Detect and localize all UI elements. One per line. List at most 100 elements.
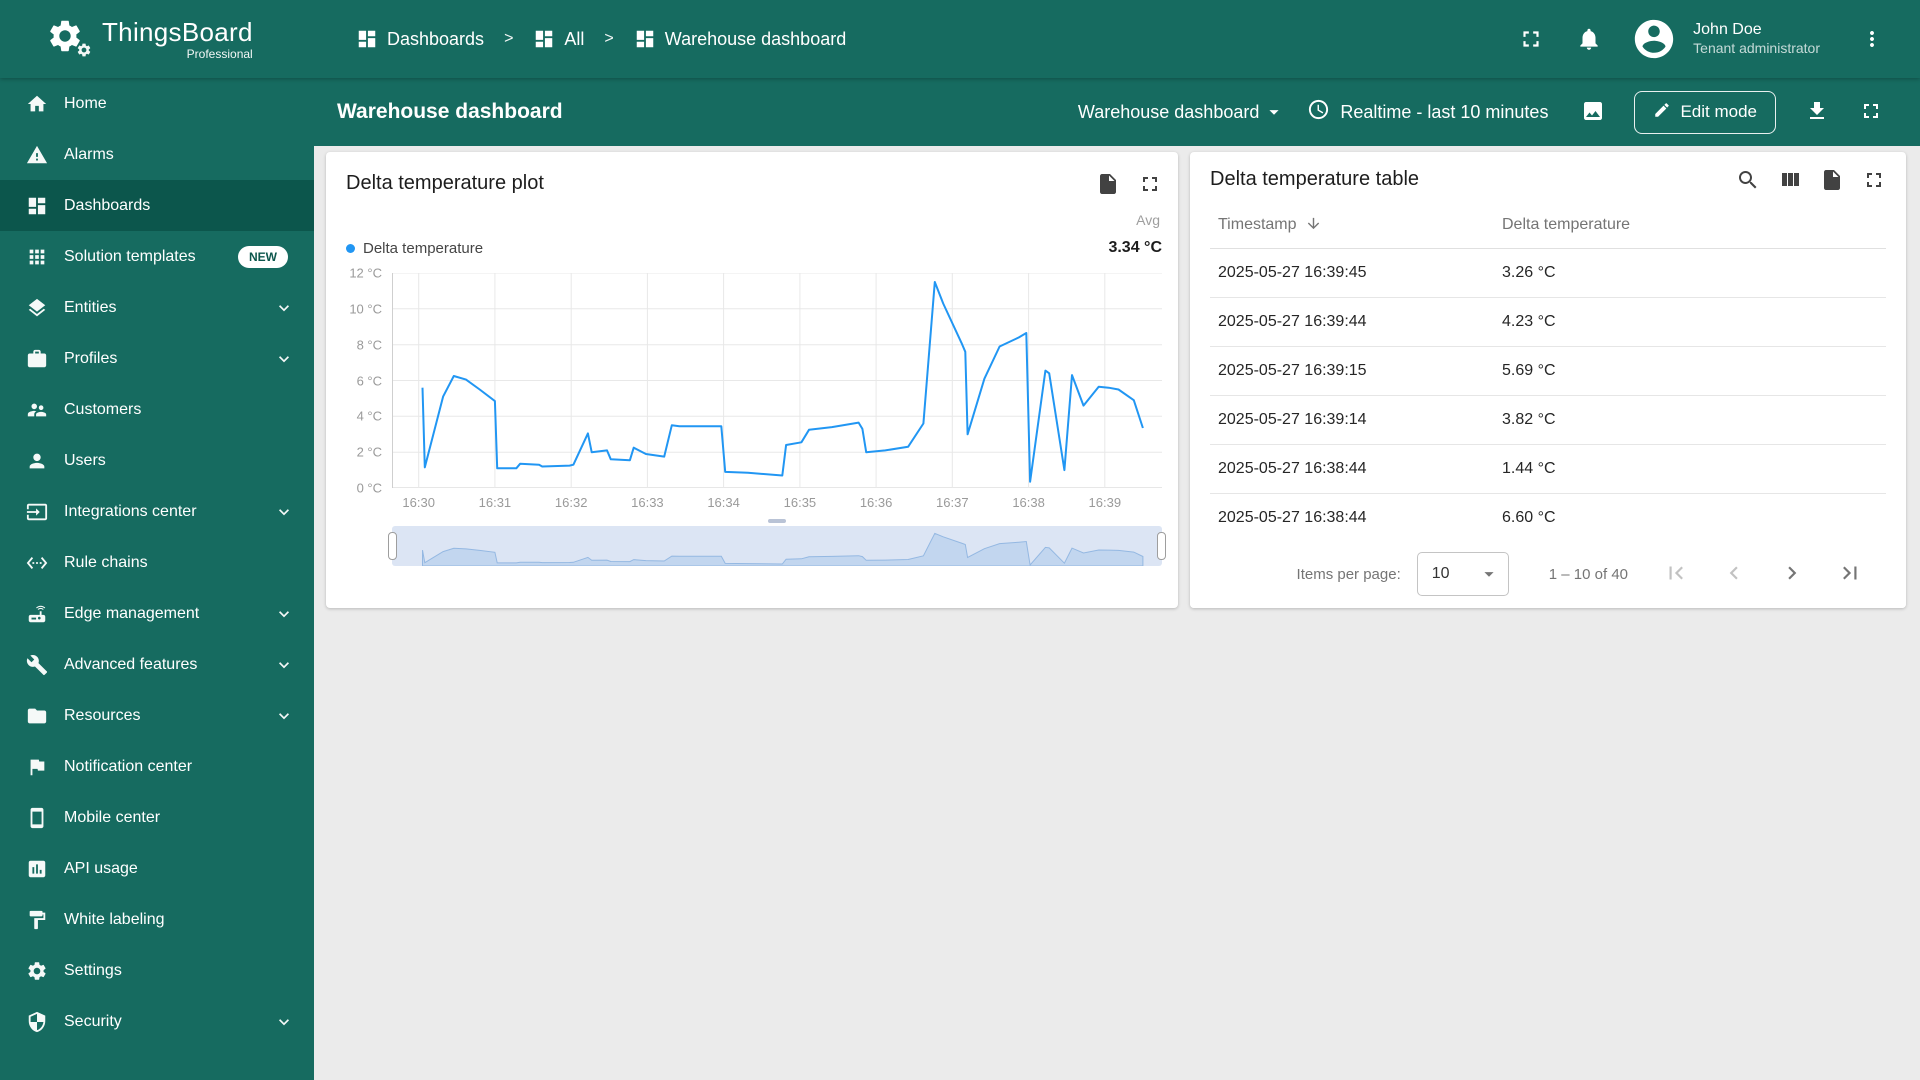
breadcrumb-item-all[interactable]: All xyxy=(533,28,584,50)
table-file-export-icon[interactable] xyxy=(1820,168,1844,192)
table-widget: Delta temperature table Timestamp Delta … xyxy=(1190,152,1906,608)
dashboard-icon xyxy=(533,28,555,50)
sidebar-item-users[interactable]: Users xyxy=(0,435,314,486)
table-view-columns-icon[interactable] xyxy=(1778,168,1802,192)
dashboard-icon xyxy=(356,28,378,50)
dashboard-content: Delta temperature plot Avg Delta tempera… xyxy=(314,146,1920,1080)
breadcrumb-separator: > xyxy=(604,30,614,47)
clock-icon xyxy=(1307,98,1330,126)
timestamp-cell: 2025-05-27 16:38:44 xyxy=(1210,493,1502,543)
home-icon xyxy=(26,93,48,115)
sidebar-item-integrations-center[interactable]: Integrations center xyxy=(0,486,314,537)
alarms-icon xyxy=(26,144,48,166)
dashboard-select[interactable]: Warehouse dashboard xyxy=(1074,95,1289,129)
chart-fullscreen-icon[interactable] xyxy=(1138,172,1162,196)
legend-series-toggle[interactable]: Delta temperature xyxy=(346,240,483,257)
sidebar: Home Alarms Dashboards Solution templates NE… xyxy=(0,78,314,1080)
dashboard-image-button[interactable] xyxy=(1572,91,1614,133)
edit-mode-button[interactable]: Edit mode xyxy=(1634,90,1776,134)
table-row[interactable]: 2025-05-27 16:39:45 3.26 °C xyxy=(1210,248,1886,298)
chevron-down-icon xyxy=(274,1012,294,1032)
table-row[interactable]: 2025-05-27 16:38:44 1.44 °C xyxy=(1210,444,1886,494)
avatar[interactable] xyxy=(1631,16,1677,62)
advanced-features-icon xyxy=(26,654,48,676)
table-fullscreen-icon[interactable] xyxy=(1862,168,1886,192)
previous-page-button[interactable] xyxy=(1712,552,1756,596)
user-menu[interactable]: John Doe Tenant administrator xyxy=(1693,20,1820,58)
value-cell: 5.69 °C xyxy=(1502,346,1886,396)
toolbar-fullscreen-button[interactable] xyxy=(1850,91,1892,133)
app-edition: Professional xyxy=(186,46,253,61)
sidebar-item-api-usage[interactable]: API usage xyxy=(0,843,314,894)
timestamp-cell: 2025-05-27 16:38:44 xyxy=(1210,444,1502,494)
last-page-button[interactable] xyxy=(1828,552,1872,596)
fullscreen-button[interactable] xyxy=(1509,17,1553,61)
series-color-dot xyxy=(346,243,355,253)
value-cell: 1.44 °C xyxy=(1502,444,1886,494)
sidebar-item-advanced-features[interactable]: Advanced features xyxy=(0,639,314,690)
sidebar-item-white-labeling[interactable]: White labeling xyxy=(0,894,314,945)
thingsboard-logo[interactable]: ThingsBoard Professional xyxy=(0,17,314,61)
table-row[interactable]: 2025-05-27 16:39:14 3.82 °C xyxy=(1210,395,1886,445)
table-widget-title: Delta temperature table xyxy=(1210,168,1420,190)
table-pagination: Items per page: 10 1 – 10 of 40 xyxy=(1190,540,1906,608)
sidebar-item-settings[interactable]: Settings xyxy=(0,945,314,996)
chart-zoom-brush[interactable] xyxy=(388,519,1166,566)
table-search-icon[interactable] xyxy=(1736,168,1760,192)
sidebar-item-dashboards[interactable]: Dashboards xyxy=(0,180,314,231)
sidebar-item-notification-center[interactable]: Notification center xyxy=(0,741,314,792)
sidebar-item-home[interactable]: Home xyxy=(0,78,314,129)
timewindow-button[interactable]: Realtime - last 10 minutes xyxy=(1301,92,1554,132)
export-dashboard-button[interactable] xyxy=(1796,91,1838,133)
legend-agg-header: Avg xyxy=(1136,212,1160,228)
sidebar-item-entities[interactable]: Entities xyxy=(0,282,314,333)
solution-templates-icon xyxy=(26,246,48,268)
value-cell: 6.60 °C xyxy=(1502,493,1886,543)
top-header: ThingsBoard Professional Dashboards > All >… xyxy=(0,0,1920,78)
sidebar-item-mobile-center[interactable]: Mobile center xyxy=(0,792,314,843)
brush-grip[interactable] xyxy=(768,519,786,523)
chart-file-export-icon[interactable] xyxy=(1096,172,1120,196)
table-row[interactable]: 2025-05-27 16:39:44 4.23 °C xyxy=(1210,297,1886,347)
y-tick-label: 6 °C xyxy=(356,373,382,388)
more-menu-button[interactable] xyxy=(1850,17,1894,61)
breadcrumb-item-warehouse-dashboard[interactable]: Warehouse dashboard xyxy=(634,28,846,50)
chevron-down-icon xyxy=(1263,101,1285,123)
timestamp-cell: 2025-05-27 16:39:14 xyxy=(1210,395,1502,445)
breadcrumb-item-dashboards[interactable]: Dashboards xyxy=(356,28,484,50)
dashboards-icon xyxy=(26,195,48,217)
table-row[interactable]: 2025-05-27 16:39:15 5.69 °C xyxy=(1210,346,1886,396)
sidebar-item-customers[interactable]: Customers xyxy=(0,384,314,435)
entities-icon xyxy=(26,297,48,319)
sidebar-item-edge-management[interactable]: Edge management xyxy=(0,588,314,639)
chevron-down-icon xyxy=(274,349,294,369)
brush-handle-right[interactable] xyxy=(1157,532,1166,560)
next-page-button[interactable] xyxy=(1770,552,1814,596)
timestamp-cell: 2025-05-27 16:39:15 xyxy=(1210,346,1502,396)
sidebar-item-solution-templates[interactable]: Solution templates NEW xyxy=(0,231,314,282)
items-per-page-select[interactable]: 10 xyxy=(1416,552,1509,596)
api-usage-icon xyxy=(26,858,48,880)
white-labeling-icon xyxy=(26,909,48,931)
first-page-button[interactable] xyxy=(1654,552,1698,596)
table-row[interactable]: 2025-05-27 16:38:44 6.60 °C xyxy=(1210,493,1886,543)
y-axis: 0 °C 2 °C 4 °C 6 °C 8 °C 10 °C 12 °C xyxy=(346,266,392,496)
sidebar-item-resources[interactable]: Resources xyxy=(0,690,314,741)
column-header-delta-temperature[interactable]: Delta temperature xyxy=(1502,202,1886,249)
value-cell: 4.23 °C xyxy=(1502,297,1886,347)
sidebar-item-rule-chains[interactable]: Rule chains xyxy=(0,537,314,588)
column-header-timestamp[interactable]: Timestamp xyxy=(1210,202,1502,249)
y-tick-label: 4 °C xyxy=(356,408,382,424)
edge-management-icon xyxy=(26,603,48,625)
customers-icon xyxy=(26,399,48,421)
settings-icon xyxy=(26,960,48,982)
y-tick-label: 0 °C xyxy=(356,480,382,496)
sidebar-item-security[interactable]: Security xyxy=(0,996,314,1047)
sidebar-item-profiles[interactable]: Profiles xyxy=(0,333,314,384)
sidebar-item-alarms[interactable]: Alarms xyxy=(0,129,314,180)
y-tick-label: 10 °C xyxy=(349,301,382,317)
breadcrumb-separator: > xyxy=(504,30,514,47)
x-tick-label: 16:31 xyxy=(478,495,512,510)
notifications-button[interactable] xyxy=(1567,17,1611,61)
brush-handle-left[interactable] xyxy=(388,532,397,560)
